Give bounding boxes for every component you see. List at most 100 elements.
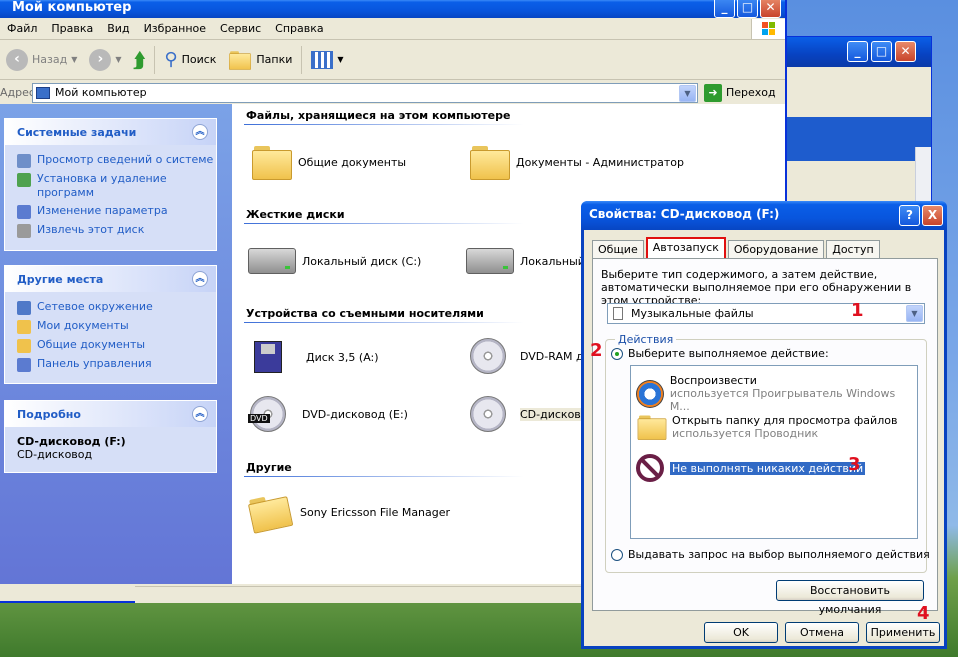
forward-button[interactable]: › ▼ (83, 44, 127, 76)
floppy-a-item[interactable]: Диск 3,5 (A:) (254, 341, 379, 373)
details-header[interactable]: Подробно ︽ (5, 401, 216, 427)
folder-icon (470, 146, 510, 180)
maximize-icon[interactable]: □ (871, 41, 892, 62)
action-open-folder[interactable]: Открыть папку для просмотра файлов исполь… (636, 414, 897, 440)
item-label: Документы - Администратор (516, 155, 685, 169)
section-title: Устройства со съемными носителями (246, 307, 484, 320)
folder-icon (17, 339, 31, 353)
change-setting-link[interactable]: Изменение параметра (5, 202, 216, 221)
network-places-link[interactable]: Сетевое окружение (5, 298, 216, 317)
address-dropdown-icon[interactable]: ▼ (679, 84, 696, 102)
menu-help[interactable]: Справка (268, 22, 330, 35)
close-icon[interactable]: X (922, 205, 943, 226)
system-tasks-header[interactable]: Системные задачи ︽ (5, 119, 216, 145)
menu-favorites[interactable]: Избранное (137, 22, 213, 35)
shared-documents-item[interactable]: Общие документы (252, 146, 407, 180)
menu-tools[interactable]: Сервис (213, 22, 268, 35)
folders-button[interactable]: Папки (222, 44, 298, 76)
chevron-down-icon[interactable]: ▼ (906, 305, 923, 322)
ok-button[interactable]: OK (704, 622, 778, 643)
toolbar: ‹ Назад ▼ › ▼ ⮭ ⚲ Поиск Папки ▼ (0, 40, 785, 80)
apply-button[interactable]: Применить (866, 622, 940, 643)
my-documents-link[interactable]: Мои документы (5, 317, 216, 336)
content-type-select[interactable]: Музыкальные файлы ▼ (607, 303, 925, 324)
section-divider (244, 322, 524, 323)
details-type: CD-дисковод (17, 448, 93, 461)
menu-file[interactable]: Файл (0, 22, 44, 35)
annotation-2: 2 (590, 340, 603, 361)
tab-hardware[interactable]: Оборудование (727, 240, 825, 259)
dvd-e-item[interactable]: DVD DVD-дисковод (E:) (248, 396, 408, 432)
cd-icon (470, 338, 506, 374)
folders-icon (229, 50, 252, 70)
tab-sharing[interactable]: Доступ (826, 240, 880, 259)
collapse-icon[interactable]: ︽ (192, 124, 208, 140)
maximize-icon[interactable]: □ (737, 0, 758, 18)
control-panel-link[interactable]: Панель управления (5, 355, 216, 374)
select-action-radio[interactable]: Выберите выполняемое действие: (611, 347, 829, 360)
action-do-nothing[interactable]: Не выполнять никаких действий (636, 454, 866, 482)
folders-label: Папки (256, 53, 293, 66)
tab-autoplay[interactable]: Автозапуск (645, 237, 726, 259)
views-button[interactable]: ▼ (305, 44, 349, 76)
section-divider (244, 124, 524, 125)
radio-unselected-icon (611, 548, 623, 561)
shared-documents-link[interactable]: Общие документы (5, 336, 216, 355)
programs-icon (17, 173, 31, 187)
cd-f-item[interactable]: CD-дисково (470, 396, 588, 432)
add-remove-programs-link[interactable]: Установка и удаление программ (5, 170, 216, 202)
annotation-3: 3 (848, 454, 861, 475)
item-label: DVD-дисковод (E:) (302, 407, 408, 421)
radio-label: Выберите выполняемое действие: (628, 347, 829, 360)
sony-ericsson-item[interactable]: Sony Ericsson File Manager (250, 496, 450, 528)
radio-label: Выдавать запрос на выбор выполняемого де… (628, 548, 930, 561)
action-play[interactable]: Воспроизвести используется Проигрыватель … (636, 374, 917, 413)
cancel-button[interactable]: Отмена (785, 622, 859, 643)
close-icon[interactable]: ✕ (760, 0, 781, 18)
window-title: Мой компьютер (12, 0, 132, 15)
floppy-drive-icon (254, 341, 282, 373)
local-disk-item[interactable]: Локальный д (466, 248, 596, 274)
action-subtitle: используется Проводник (672, 427, 819, 440)
views-icon (311, 50, 334, 69)
search-button[interactable]: ⚲ Поиск (158, 44, 222, 76)
link-label: Сетевое окружение (37, 300, 153, 313)
collapse-icon[interactable]: ︽ (192, 406, 208, 422)
view-system-info-link[interactable]: Просмотр сведений о системе (5, 151, 216, 170)
minimize-icon[interactable]: _ (714, 0, 735, 18)
other-places-header[interactable]: Другие места ︽ (5, 266, 216, 292)
tab-general[interactable]: Общие (592, 240, 644, 259)
collapse-icon[interactable]: ︽ (192, 271, 208, 287)
link-label: Извлечь этот диск (37, 223, 145, 236)
address-input[interactable]: Мой компьютер ▼ (32, 82, 698, 103)
menu-edit[interactable]: Правка (44, 22, 100, 35)
restore-defaults-button[interactable]: Восстановить умолчания (776, 580, 924, 616)
local-disk-c-item[interactable]: Локальный диск (C:) (248, 248, 421, 274)
admin-documents-item[interactable]: Документы - Администратор (470, 146, 685, 180)
prompt-action-radio[interactable]: Выдавать запрос на выбор выполняемого де… (611, 548, 930, 561)
windows-logo-icon (751, 18, 785, 39)
control-panel-icon (17, 205, 31, 219)
up-button[interactable]: ⮭ (128, 44, 152, 76)
folder-icon (637, 415, 667, 440)
forward-arrow-icon: › (89, 48, 112, 71)
eject-disk-link[interactable]: Извлечь этот диск (5, 221, 216, 240)
explorer-titlebar: Мой компьютер _ □ ✕ (0, 0, 785, 18)
close-icon[interactable]: ✕ (895, 41, 916, 62)
help-icon[interactable]: ? (899, 205, 920, 226)
go-button[interactable]: ➜ Переход (698, 82, 782, 104)
system-tasks-panel: Системные задачи ︽ Просмотр сведений о с… (4, 118, 217, 251)
menu-view[interactable]: Вид (100, 22, 136, 35)
link-label: Панель управления (37, 357, 152, 370)
dvd-ram-item[interactable]: DVD-RAM ди (470, 338, 591, 374)
back-button[interactable]: ‹ Назад ▼ (0, 44, 83, 76)
network-icon (17, 301, 31, 315)
minimize-icon[interactable]: _ (847, 41, 868, 62)
search-label: Поиск (181, 53, 217, 66)
section-title: Файлы, хранящиеся на этом компьютере (246, 109, 511, 122)
dialog-title: Свойства: CD-дисковод (F:) (589, 207, 780, 221)
action-subtitle: используется Проигрыватель Windows M... (669, 387, 896, 413)
control-panel-icon (17, 358, 31, 372)
link-label: Мои документы (37, 319, 129, 332)
item-label: Общие документы (298, 155, 407, 169)
